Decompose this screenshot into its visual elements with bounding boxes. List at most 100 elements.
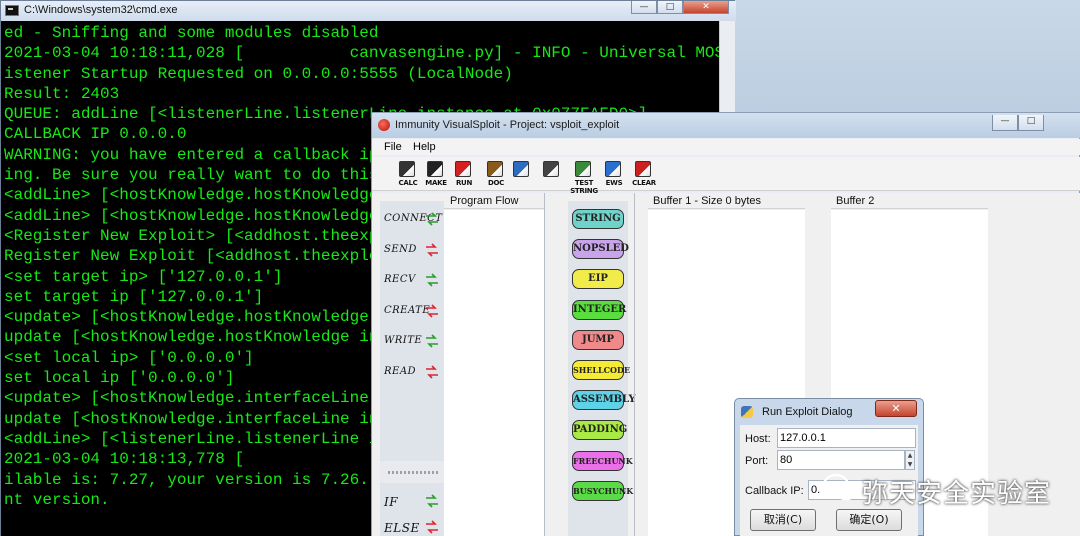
ok-button[interactable]: 确定(O)	[836, 509, 902, 531]
palette-item-label: SEND	[384, 243, 417, 255]
toolbar-button-run[interactable]: RUN	[450, 160, 478, 188]
toolbar-button-make[interactable]: MAKE	[422, 160, 450, 188]
console-icon	[5, 5, 19, 16]
write-icon	[424, 333, 440, 349]
minimize-button[interactable]: —	[631, 1, 657, 14]
divider	[544, 193, 545, 536]
block-palette: STRING NOPSLED EIP INTEGER JUMP SHELLCODE ASSE…	[568, 201, 636, 536]
buffer2-label: Buffer 2	[836, 195, 875, 207]
palette-item-create[interactable]: CREATE	[384, 301, 442, 321]
calc-icon	[399, 161, 415, 177]
dialog-title: Run Exploit Dialog	[762, 406, 853, 418]
vs-minimize-button[interactable]: —	[992, 115, 1018, 131]
cmd-titlebar[interactable]: C:\Windows\system32\cmd.exe — □ ✕	[1, 1, 736, 21]
dialog-titlebar[interactable]: Run Exploit Dialog ✕	[735, 399, 923, 425]
palette-item-label: RECV	[384, 274, 416, 285]
visualsploit-window-title: Immunity VisualSploit - Project: vsploit…	[395, 119, 620, 131]
divider	[634, 193, 635, 536]
palette-item-if[interactable]: IF	[384, 491, 442, 511]
toolbar-button-clear[interactable]: CLEAR	[630, 160, 658, 188]
doc-icon	[487, 161, 503, 177]
layers-icon	[513, 161, 529, 177]
toolbar-button-layers[interactable]	[508, 160, 536, 188]
palette-item-label: IF	[384, 495, 399, 509]
console-line: istener Startup Requested on 0.0.0.0:555…	[4, 64, 513, 83]
run-icon	[455, 161, 471, 177]
block-shellcode[interactable]: SHELLCODE	[572, 360, 630, 380]
palette-item-write[interactable]: WRITE	[384, 331, 442, 351]
send-icon	[424, 242, 440, 258]
make-icon	[427, 161, 443, 177]
toolbar-button-label: CLEAR	[632, 179, 656, 187]
clear-icon	[635, 161, 651, 177]
block-padding[interactable]: PADDING	[572, 420, 627, 441]
palette-item-recv[interactable]: RECV	[384, 270, 442, 290]
block-freechunk[interactable]: FREECHUNK	[572, 450, 633, 471]
buffer1-label: Buffer 1 - Size 0 bytes	[653, 195, 762, 207]
palette-separator	[380, 461, 444, 483]
host-label: Host:	[745, 433, 771, 445]
console-line: 2021-03-04 10:18:11,028 [ canvasengine.p…	[4, 44, 719, 63]
block-jump[interactable]: JUMP	[572, 329, 624, 350]
palette-item-send[interactable]: SEND	[384, 240, 442, 260]
run-exploit-dialog: Run Exploit Dialog ✕ Host: 127.0.0.1 Por…	[734, 398, 924, 536]
toolbar-button-label: DOC	[488, 179, 504, 187]
block-assembly[interactable]: ASSEMBLY	[572, 390, 636, 411]
maximize-button[interactable]: □	[657, 1, 683, 14]
toolbar-button-calc[interactable]: CALC	[394, 160, 422, 188]
console-line: Result: 2403	[4, 84, 120, 103]
buffer2-header: Buffer 2	[831, 193, 988, 209]
wechat-icon	[822, 473, 858, 501]
network-palette: CONNECT SEND RECV CREATE WRITE READ	[380, 201, 444, 461]
read-icon	[424, 364, 440, 380]
vs-maximize-button[interactable]: □	[1018, 115, 1044, 131]
connect-icon	[424, 211, 440, 227]
menu-help[interactable]: Help	[413, 141, 436, 153]
palette-item-read[interactable]: READ	[384, 362, 442, 382]
toolbar-button-test-string[interactable]: TEST STRING	[570, 160, 598, 195]
toolbar-button-label: MAKE	[425, 179, 447, 187]
block-nopsled[interactable]: NOPSLED	[572, 239, 629, 260]
palette-item-else[interactable]: ELSE	[384, 517, 442, 536]
program-flow-canvas[interactable]	[444, 210, 544, 536]
menu-file[interactable]: File	[384, 141, 402, 153]
port-label: Port:	[745, 455, 769, 467]
watermark-text: 弥天安全实验室	[862, 479, 1052, 509]
recv-icon	[424, 272, 440, 288]
close-button[interactable]: ✕	[683, 1, 729, 14]
block-eip[interactable]: EIP	[572, 269, 624, 290]
toolbar: CALC MAKE RUN DOC TEST STRING EWS CLEAR	[372, 157, 1080, 195]
toolbar-button-grid[interactable]	[538, 160, 566, 188]
host-input[interactable]: 127.0.0.1	[777, 428, 916, 448]
palette-item-label: WRITE	[384, 335, 423, 346]
toolbar-button-label: CALC	[398, 179, 418, 187]
block-string[interactable]: STRING	[572, 209, 624, 229]
palette-item-connect[interactable]: CONNECT	[384, 209, 442, 229]
program-flow-label: Program Flow	[450, 195, 519, 207]
dialog-close-button[interactable]: ✕	[875, 400, 917, 417]
port-spinner[interactable]: ▲ ▼	[905, 450, 915, 470]
cancel-button[interactable]: 取消(C)	[750, 509, 816, 531]
toolbar-button-label: RUN	[455, 179, 473, 187]
test-string-icon	[575, 161, 591, 177]
menu-bar: File Help	[372, 139, 1080, 155]
immunity-app-icon	[378, 119, 390, 131]
separator-grip[interactable]	[388, 471, 438, 474]
if-icon	[424, 493, 440, 509]
else-icon	[424, 519, 440, 535]
ews-icon	[605, 161, 621, 177]
block-busychunk[interactable]: BUSYCHUNK	[572, 480, 633, 501]
callback-ip-label: Callback IP:	[745, 485, 804, 497]
cmd-window-title: C:\Windows\system32\cmd.exe	[24, 4, 178, 16]
toolbar-button-doc[interactable]: DOC	[482, 160, 510, 188]
create-icon	[424, 303, 440, 319]
python-icon	[741, 406, 753, 418]
palette-item-label: ELSE	[384, 521, 420, 535]
visualsploit-titlebar[interactable]: Immunity VisualSploit - Project: vsploit…	[372, 113, 1080, 138]
block-integer[interactable]: INTEGER	[572, 299, 626, 320]
port-input[interactable]: 80	[777, 450, 905, 470]
toolbar-button-ews[interactable]: EWS	[600, 160, 628, 188]
logic-palette: IF ELSE	[380, 483, 444, 536]
grid-icon	[543, 161, 559, 177]
buffer1-header: Buffer 1 - Size 0 bytes	[648, 193, 805, 209]
